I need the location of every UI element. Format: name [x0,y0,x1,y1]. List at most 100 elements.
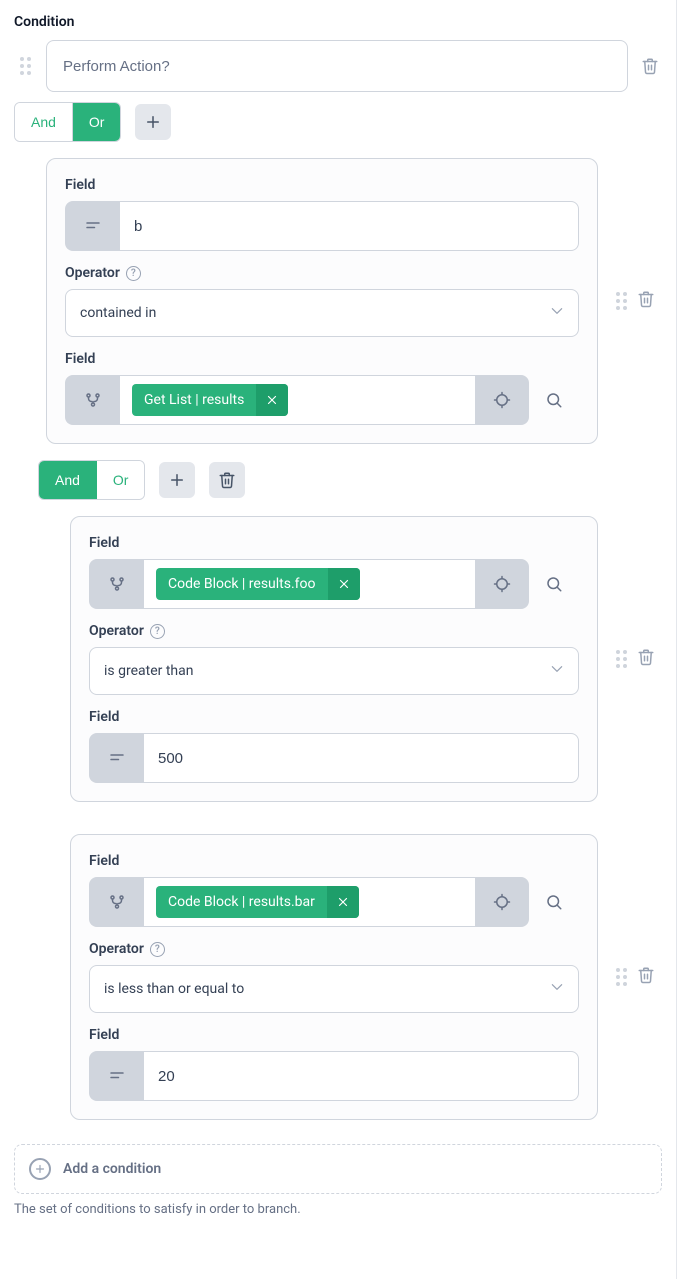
trash-icon [218,471,236,489]
drag-handle[interactable] [616,650,627,668]
delete-card-button[interactable] [637,290,655,312]
footer-description: The set of conditions to satisfy in orde… [14,1202,662,1217]
card2-field2-input[interactable] [156,749,566,768]
drag-handle[interactable] [616,292,627,310]
drag-handle[interactable] [14,57,36,75]
trash-icon [637,290,655,308]
card1-operator-select[interactable]: contained in [65,289,579,337]
delete-card-button[interactable] [637,966,655,988]
chip-remove-button[interactable] [328,568,360,600]
plus-icon [168,471,186,489]
add-group-button-1[interactable] [135,104,171,140]
card3-field2-input[interactable] [156,1067,566,1086]
condition-card-1: Field Operator ? contained in Field [46,158,598,444]
field-type-prefix-ref[interactable] [65,375,119,425]
plus-icon [144,113,162,131]
field-type-prefix[interactable] [89,1051,143,1101]
chip-label: Code Block | results.bar [156,894,327,910]
trash-icon [641,57,659,75]
field-label-3: Field [89,709,579,725]
chip-remove-button[interactable] [256,384,288,416]
card2-operator-value: is greater than [104,663,193,679]
close-icon [265,393,279,407]
search-button[interactable] [529,375,579,425]
search-icon [545,893,563,911]
or-button-1[interactable]: Or [72,103,121,141]
help-icon[interactable]: ? [126,266,141,281]
and-button-2[interactable]: And [39,461,96,499]
delete-card-button[interactable] [637,648,655,670]
crosshair-icon [493,893,511,911]
card1-side-actions [608,290,662,312]
and-button-1[interactable]: And [15,103,72,141]
target-picker-button[interactable] [475,877,529,927]
crosshair-icon [493,575,511,593]
close-icon [336,895,350,909]
and-or-toggle-1: And Or [14,102,121,142]
text-icon [108,1067,126,1085]
drag-dots-icon [616,968,627,986]
drag-handle[interactable] [616,968,627,986]
field-type-prefix-ref[interactable] [89,559,143,609]
delete-condition-button[interactable] [638,57,662,75]
condition-card-3: Field Code Block | results.bar [70,834,598,1120]
add-group-button-2[interactable] [159,462,195,498]
card2-operator-select[interactable]: is greater than [89,647,579,695]
trash-icon [637,966,655,984]
drag-dots-icon [616,650,627,668]
card2-side-actions [608,648,662,670]
field-label-2: Field [65,351,579,367]
help-icon[interactable]: ? [150,942,165,957]
operator-label: Operator ? [89,941,579,957]
field-type-prefix-ref[interactable] [89,877,143,927]
card2-field1-row: Code Block | results.foo [89,559,579,609]
drag-dots-icon [20,57,31,75]
card3-operator-value: is less than or equal to [104,981,244,997]
operator-label-text: Operator [89,623,144,639]
branch-icon [108,575,126,593]
operator-label-text: Operator [89,941,144,957]
card3-operator-select[interactable]: is less than or equal to [89,965,579,1013]
search-button[interactable] [529,559,579,609]
field-label: Field [65,177,579,193]
card3-field2-row [89,1051,579,1101]
and-or-toggle-2: And Or [38,460,145,500]
chip-remove-button[interactable] [327,886,359,918]
condition-card-2: Field Code Block | results.foo [70,516,598,802]
operator-label: Operator ? [65,265,579,281]
drag-dots-icon [616,292,627,310]
target-picker-button[interactable] [475,559,529,609]
trash-icon [637,648,655,666]
help-icon[interactable]: ? [150,624,165,639]
card1-field2-body[interactable]: Get List | results [119,375,475,425]
target-picker-button[interactable] [475,375,529,425]
chevron-down-icon [550,304,564,322]
condition-name-row [14,40,662,92]
field-label: Field [89,535,579,551]
close-icon [337,577,351,591]
search-icon [545,391,563,409]
card1-field1-input[interactable] [132,217,566,236]
add-condition-button[interactable]: Add a condition [14,1144,662,1194]
condition-card-3-wrap: Field Code Block | results.bar [38,834,662,1120]
field-label: Field [89,853,579,869]
field-type-prefix[interactable] [65,201,119,251]
chevron-down-icon [550,662,564,680]
card1-field1-row [65,201,579,251]
field-type-prefix[interactable] [89,733,143,783]
card2-field1-body[interactable]: Code Block | results.foo [143,559,475,609]
group-2-controls: And Or [38,460,662,500]
condition-name-input[interactable] [46,40,628,92]
add-condition-label: Add a condition [63,1161,161,1177]
card3-field1-body[interactable]: Code Block | results.bar [143,877,475,927]
card1-field2-row: Get List | results [65,375,579,425]
section-title: Condition [14,14,662,30]
delete-group-button-2[interactable] [209,462,245,498]
group-1-controls: And Or [14,102,662,142]
crosshair-icon [493,391,511,409]
branch-icon [84,391,102,409]
condition-card-1-wrap: Field Operator ? contained in Field [14,158,662,444]
reference-chip: Code Block | results.bar [156,886,359,918]
or-button-2[interactable]: Or [96,461,145,499]
search-button[interactable] [529,877,579,927]
